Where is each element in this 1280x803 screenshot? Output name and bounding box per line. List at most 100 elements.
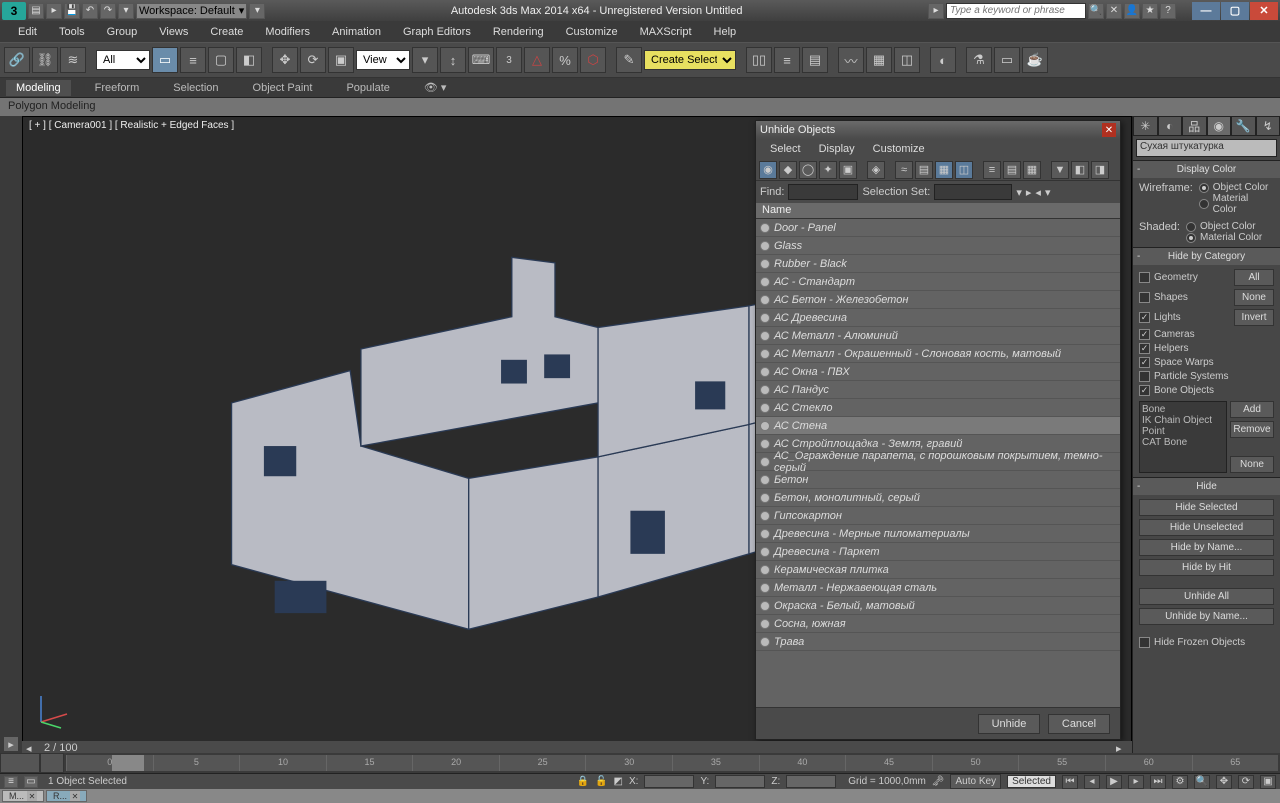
angle-snap-icon[interactable]: △ [524, 47, 550, 73]
list-item[interactable]: АС Бетон - Железобетон [756, 291, 1120, 309]
list-item[interactable]: АС Металл - Окрашенный - Слоновая кость,… [756, 345, 1120, 363]
list-item[interactable]: Металл - Нержавеющая сталь [756, 579, 1120, 597]
select-rect-icon[interactable]: ▢ [208, 47, 234, 73]
hide-action-button[interactable]: Unhide by Name... [1139, 608, 1274, 625]
list-item[interactable]: Glass [756, 237, 1120, 255]
list-item[interactable]: Керамическая плитка [756, 561, 1120, 579]
goto-start-icon[interactable]: ⏮ [1062, 775, 1078, 789]
info-icon[interactable]: ▸ [928, 3, 944, 19]
open-icon[interactable]: ▸ [46, 3, 62, 19]
geometry-filter-icon[interactable]: ◆ [779, 161, 797, 179]
layer-icon[interactable]: ▤ [802, 47, 828, 73]
bind-icon[interactable]: ≋ [60, 47, 86, 73]
list-item[interactable]: Сосна, южная [756, 615, 1120, 633]
list-item[interactable]: АС Стена [756, 417, 1120, 435]
render-icon[interactable]: ☕ [1022, 47, 1048, 73]
wireframe-object-radio[interactable] [1199, 183, 1209, 193]
selset-add-icon[interactable]: ▸ [1026, 186, 1032, 199]
cancel-button[interactable]: Cancel [1048, 714, 1110, 734]
list-item[interactable]: АС Стекло [756, 399, 1120, 417]
workspace-selector[interactable]: Workspace: Default▾ [136, 3, 247, 19]
none2-button[interactable]: None [1230, 456, 1274, 473]
invert-button[interactable]: Invert [1234, 309, 1274, 326]
lock2-icon[interactable]: 🔓 [595, 776, 607, 787]
next-frame-icon[interactable]: ▸ [1128, 775, 1144, 789]
ribbon-visibility-icon[interactable]: 👁 ▾ [414, 79, 457, 96]
move-icon[interactable]: ✥ [272, 47, 298, 73]
task-close-icon[interactable]: ✕ [70, 791, 80, 801]
spacewarp-filter-icon[interactable]: ≈ [895, 161, 913, 179]
listener-icon[interactable]: ▭ [24, 776, 38, 788]
display-tab-icon[interactable]: ◉ [1207, 116, 1232, 136]
hide-category-rollout[interactable]: Hide by Category [1133, 248, 1280, 265]
list-item[interactable]: Гипсокартон [756, 507, 1120, 525]
help-icon[interactable]: ? [1160, 3, 1176, 19]
task-close-icon[interactable]: ✕ [27, 791, 37, 801]
ribbon-tab-modeling[interactable]: Modeling [6, 80, 71, 96]
z-input[interactable] [786, 775, 836, 788]
menu-rendering[interactable]: Rendering [483, 24, 554, 40]
selset-dropdown-icon[interactable]: ▾ [1016, 186, 1022, 199]
category-check[interactable] [1139, 385, 1150, 396]
align-icon[interactable]: ≡ [774, 47, 800, 73]
manipulate-icon[interactable]: ↕ [440, 47, 466, 73]
modify-tab-icon[interactable]: ◐ [1158, 116, 1183, 136]
select-object-icon[interactable]: ▭ [152, 47, 178, 73]
light-filter-icon[interactable]: ✦ [819, 161, 837, 179]
display-all-icon[interactable]: ◉ [759, 161, 777, 179]
timeline-track[interactable]: 05101520253035404550556065 [66, 755, 1278, 771]
search-input[interactable] [946, 3, 1086, 19]
menu-group[interactable]: Group [97, 24, 148, 40]
menu-views[interactable]: Views [149, 24, 198, 40]
y-input[interactable] [715, 775, 765, 788]
category-check[interactable] [1139, 272, 1150, 283]
shaded-material-radio[interactable] [1186, 233, 1196, 243]
camera-filter-icon[interactable]: ▣ [839, 161, 857, 179]
detail-view-icon[interactable]: ▤ [1003, 161, 1021, 179]
exchange-icon[interactable]: ✕ [1106, 3, 1122, 19]
key-icon[interactable]: 🗝 [932, 776, 945, 787]
curve-editor-icon[interactable]: 〰 [838, 47, 864, 73]
workspace-opts-icon[interactable]: ▾ [249, 3, 265, 19]
object-list[interactable]: Door - PanelGlassRubber - BlackАС - Стан… [756, 219, 1120, 707]
hide-action-button[interactable]: Hide by Hit [1139, 559, 1274, 576]
link-icon[interactable]: 🔗 [4, 47, 30, 73]
category-check[interactable] [1139, 329, 1150, 340]
timeline-mini-icon[interactable] [40, 753, 64, 773]
material-editor-icon[interactable]: ◐ [930, 47, 956, 73]
icon-view-icon[interactable]: ▦ [1023, 161, 1041, 179]
wireframe-material-radio[interactable] [1199, 199, 1209, 209]
list-view-icon[interactable]: ≡ [983, 161, 1001, 179]
minimize-button[interactable]: — [1192, 2, 1220, 20]
timeline-config-icon[interactable] [0, 753, 40, 773]
ribbon-tab-populate[interactable]: Populate [336, 80, 399, 96]
schematic-icon[interactable]: ◫ [894, 47, 920, 73]
list-item[interactable]: Бетон [756, 471, 1120, 489]
list-item[interactable]: АС - Стандарт [756, 273, 1120, 291]
nav-orbit-icon[interactable]: ⟳ [1238, 775, 1254, 789]
hide-rollout[interactable]: Hide [1133, 478, 1280, 495]
keyboard-icon[interactable]: ⌨ [468, 47, 494, 73]
selset-del-icon[interactable]: ◂ [1035, 186, 1041, 199]
none-button[interactable]: None [1234, 289, 1274, 306]
mirror-icon[interactable]: ▯▯ [746, 47, 772, 73]
menu-create[interactable]: Create [200, 24, 253, 40]
list-item[interactable]: Окраска - Белый, матовый [756, 597, 1120, 615]
remove-button[interactable]: Remove [1230, 421, 1274, 438]
selection-set-input[interactable] [934, 184, 1012, 200]
list-item[interactable]: Door - Panel [756, 219, 1120, 237]
dlg-menu-customize[interactable]: Customize [865, 141, 933, 157]
dlg-menu-select[interactable]: Select [762, 141, 809, 157]
time-slider[interactable]: 05101520253035404550556065 [0, 753, 1280, 773]
name-column-header[interactable]: Name [756, 203, 1120, 219]
dialog-titlebar[interactable]: Unhide Objects ✕ [756, 121, 1120, 139]
time-handle[interactable] [112, 755, 144, 771]
list-item[interactable]: Бетон, монолитный, серый [756, 489, 1120, 507]
helper-filter-icon[interactable]: ◈ [867, 161, 885, 179]
redo-icon[interactable]: ↷ [100, 3, 116, 19]
unhide-button[interactable]: Unhide [978, 714, 1040, 734]
category-check[interactable] [1139, 371, 1150, 382]
category-check[interactable] [1139, 343, 1150, 354]
category-check[interactable] [1139, 292, 1150, 303]
hierarchy-tab-icon[interactable]: 品 [1182, 116, 1207, 136]
